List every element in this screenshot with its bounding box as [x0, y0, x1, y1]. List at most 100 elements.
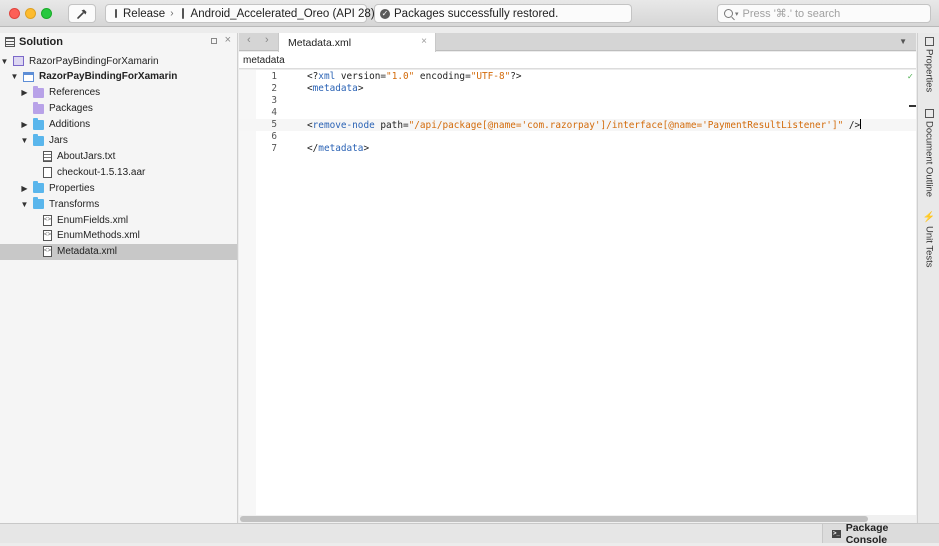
tab-metadata-xml[interactable]: Metadata.xml × — [278, 33, 436, 52]
tree-item-label: RazorPayBindingForXamarin — [39, 71, 178, 83]
xml-file-icon: <> — [43, 214, 52, 226]
close-window-button[interactable] — [9, 8, 20, 19]
scroll-position-marker — [909, 105, 916, 107]
tree-item[interactable]: checkout-1.5.13.aar — [0, 164, 237, 180]
code-line[interactable]: 2 <metadata> — [239, 83, 916, 95]
packages-folder-icon — [33, 101, 44, 114]
code-text: <metadata> — [307, 83, 363, 95]
solution-icon — [13, 56, 24, 66]
status-text: Packages successfully restored. — [394, 7, 559, 20]
tree-item[interactable]: ▼ RazorPayBindingForXamarin — [0, 53, 237, 69]
breadcrumb-item[interactable]: metadata — [243, 55, 285, 66]
project-icon — [23, 71, 34, 82]
tree-item[interactable]: ▼ RazorPayBindingForXamarin — [0, 69, 237, 85]
solution-pad-icon — [5, 37, 15, 47]
tree-item[interactable]: ▶ Properties — [0, 180, 237, 196]
tree-item-label: Metadata.xml — [57, 246, 118, 258]
code-editor[interactable]: 1 <?xml version="1.0" encoding="UTF-8"?> 2… — [239, 70, 916, 515]
xml-punct-token: version= — [335, 71, 387, 82]
tree-item-label: Packages — [49, 103, 93, 115]
dock-label-unit-tests: Unit Tests — [923, 226, 935, 268]
tree-item-label: RazorPayBindingForXamarin — [29, 55, 159, 67]
tree-item-label: References — [49, 87, 101, 99]
tree-item[interactable]: ▶ References — [0, 85, 237, 101]
horizontal-scrollbar[interactable] — [239, 515, 916, 523]
code-line[interactable]: 5 <remove-node path="/api/package[@name='… — [239, 119, 916, 131]
navigate-forward-icon[interactable]: › — [265, 34, 269, 46]
tree-item[interactable]: <> EnumFields.xml — [0, 212, 237, 228]
run-configuration-selector[interactable]: Release › Android_Accelerated_Oreo (API … — [105, 4, 375, 23]
tree-item[interactable]: AboutJars.txt — [0, 148, 237, 164]
line-number: 5 — [271, 119, 277, 130]
tree-item-label: Jars — [49, 135, 68, 146]
code-line[interactable]: 6 — [239, 131, 916, 143]
xml-punct-token: encoding= — [414, 71, 471, 82]
expander-icon[interactable]: ▼ — [10, 72, 19, 81]
no-errors-check-icon: ✓ — [907, 72, 914, 81]
code-line[interactable]: 3 — [239, 95, 916, 107]
solution-pane: Solution × ▼ RazorPayBindingForXamarin ▼ Ra… — [0, 33, 238, 523]
search-icon — [724, 9, 733, 18]
line-number: 7 — [271, 143, 277, 154]
breadcrumb[interactable]: metadata — [239, 52, 916, 69]
expander-icon[interactable]: ▶ — [20, 184, 29, 193]
dock-item-properties[interactable]: Properties — [921, 37, 937, 92]
dock-item-document-outline[interactable]: Document Outline — [921, 109, 937, 197]
folder-icon — [33, 133, 44, 146]
close-tab-icon[interactable]: × — [421, 36, 427, 47]
xml-tag-token: remove-node — [312, 120, 375, 131]
dock-pin-icon[interactable] — [211, 38, 217, 44]
tree-item[interactable]: <> EnumMethods.xml — [0, 228, 237, 244]
zoom-window-button[interactable] — [41, 8, 52, 19]
code-line[interactable]: 7 </metadata> — [239, 143, 916, 155]
tree-item-label: Additions — [49, 119, 91, 131]
right-dock: Properties Document Outline ⚡ Unit Tests — [917, 33, 939, 523]
expander-icon[interactable]: ▼ — [20, 200, 29, 209]
xml-string-token: "/api/package[@name='com.razorpay']/inte… — [408, 120, 844, 131]
tree-item-label: Properties — [49, 182, 95, 194]
main-toolbar: Release › Android_Accelerated_Oreo (API … — [0, 0, 939, 27]
expander-icon[interactable]: ▶ — [20, 88, 29, 97]
tree-item[interactable]: ▼ Transforms — [0, 196, 237, 212]
expander-icon[interactable]: ▶ — [20, 120, 29, 129]
tree-item[interactable]: <> Metadata.xml — [0, 243, 237, 260]
tab-label: Metadata.xml — [288, 36, 352, 49]
tree-item[interactable]: ▶ Additions — [0, 117, 237, 133]
xml-string-token: "1.0" — [386, 71, 415, 82]
tree-item[interactable]: ▼ Jars — [0, 133, 237, 149]
build-button[interactable] — [68, 4, 96, 23]
dock-label-properties: Properties — [923, 49, 935, 93]
tree-item-label: EnumMethods.xml — [57, 230, 140, 242]
lightning-icon: ⚡ — [922, 212, 936, 223]
bottom-status-bar: >_ Package Console — [0, 522, 939, 546]
tree-item-label: Transforms — [49, 198, 100, 210]
properties-icon — [924, 37, 934, 46]
scrollbar-thumb[interactable] — [240, 516, 868, 522]
expander-icon[interactable]: ▼ — [0, 57, 9, 66]
terminal-icon: >_ — [832, 529, 841, 538]
line-number: 6 — [271, 131, 277, 142]
minimize-window-button[interactable] — [25, 8, 36, 19]
code-line[interactable]: 1 <?xml version="1.0" encoding="UTF-8"?> — [239, 71, 916, 83]
line-number: 3 — [271, 95, 277, 106]
navigate-back-icon[interactable]: ‹ — [247, 34, 251, 46]
xml-tag-token: metadata — [312, 83, 358, 94]
close-icon[interactable]: × — [225, 34, 231, 46]
folder-icon — [33, 197, 44, 210]
xml-punct-token: path= — [374, 120, 409, 131]
code-line[interactable]: 4 — [239, 107, 916, 119]
chevron-right-icon: › — [170, 8, 174, 19]
package-console-button[interactable]: >_ Package Console — [822, 522, 939, 546]
dock-label-document-outline: Document Outline — [923, 121, 935, 198]
dock-item-unit-tests[interactable]: ⚡ Unit Tests — [921, 213, 937, 268]
window-icon — [115, 9, 117, 18]
tab-overflow-chevron-icon[interactable]: ▼ — [899, 37, 907, 46]
status-bar-message: ✓ Packages successfully restored. — [374, 4, 632, 23]
tree-item-label: AboutJars.txt — [57, 150, 116, 162]
tree-item[interactable]: Packages — [0, 101, 237, 117]
search-placeholder: Press '⌘.' to search — [742, 8, 841, 20]
text-cursor — [860, 119, 862, 129]
expander-icon[interactable]: ▼ — [20, 136, 29, 145]
xml-punct-token: /> — [843, 120, 861, 131]
search-field[interactable]: ▾ Press '⌘.' to search — [717, 4, 931, 23]
